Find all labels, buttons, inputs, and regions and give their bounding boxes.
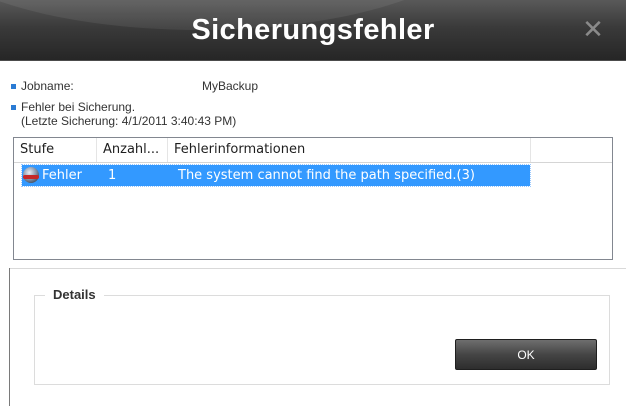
- last-backup-text: (Letzte Sicherung: 4/1/2011 3:40:43 PM): [21, 114, 237, 128]
- title-bar: Sicherungsfehler ✕: [0, 0, 626, 61]
- column-header-info[interactable]: Fehlerinformationen: [168, 138, 531, 162]
- error-list[interactable]: Stufe Anzahl... Fehlerinformationen Fehl…: [13, 137, 613, 260]
- close-icon[interactable]: ✕: [578, 15, 608, 45]
- cell-message: The system cannot find the path specifie…: [178, 168, 475, 183]
- details-legend: Details: [45, 287, 104, 302]
- job-name-value: MyBackup: [202, 79, 259, 93]
- column-header-count[interactable]: Anzahl...: [97, 138, 168, 162]
- job-name-label: Jobname:: [21, 79, 74, 93]
- column-header-level[interactable]: Stufe: [14, 138, 97, 162]
- error-line: Fehler bei Sicherung.: [21, 100, 136, 114]
- bullet-icon: [11, 105, 16, 110]
- cell-level: Fehler: [42, 168, 82, 183]
- error-icon: [23, 167, 39, 183]
- ok-button[interactable]: OK: [455, 339, 597, 370]
- dialog-title: Sicherungsfehler: [191, 14, 435, 46]
- error-icon-band: [23, 175, 39, 179]
- bullet-icon: [11, 84, 16, 89]
- section-divider: [9, 268, 626, 269]
- backup-error-dialog: Sicherungsfehler ✕ Jobname: MyBackup Feh…: [0, 0, 626, 406]
- cell-count: 1: [108, 168, 117, 183]
- job-name-label-row: Jobname:: [11, 79, 74, 93]
- window-left-edge: [9, 268, 10, 406]
- list-header: Stufe Anzahl... Fehlerinformationen: [14, 138, 612, 163]
- error-summary: Fehler bei Sicherung. (Letzte Sicherung:…: [11, 100, 236, 128]
- list-item[interactable]: Fehler 1 The system cannot find the path…: [21, 164, 531, 187]
